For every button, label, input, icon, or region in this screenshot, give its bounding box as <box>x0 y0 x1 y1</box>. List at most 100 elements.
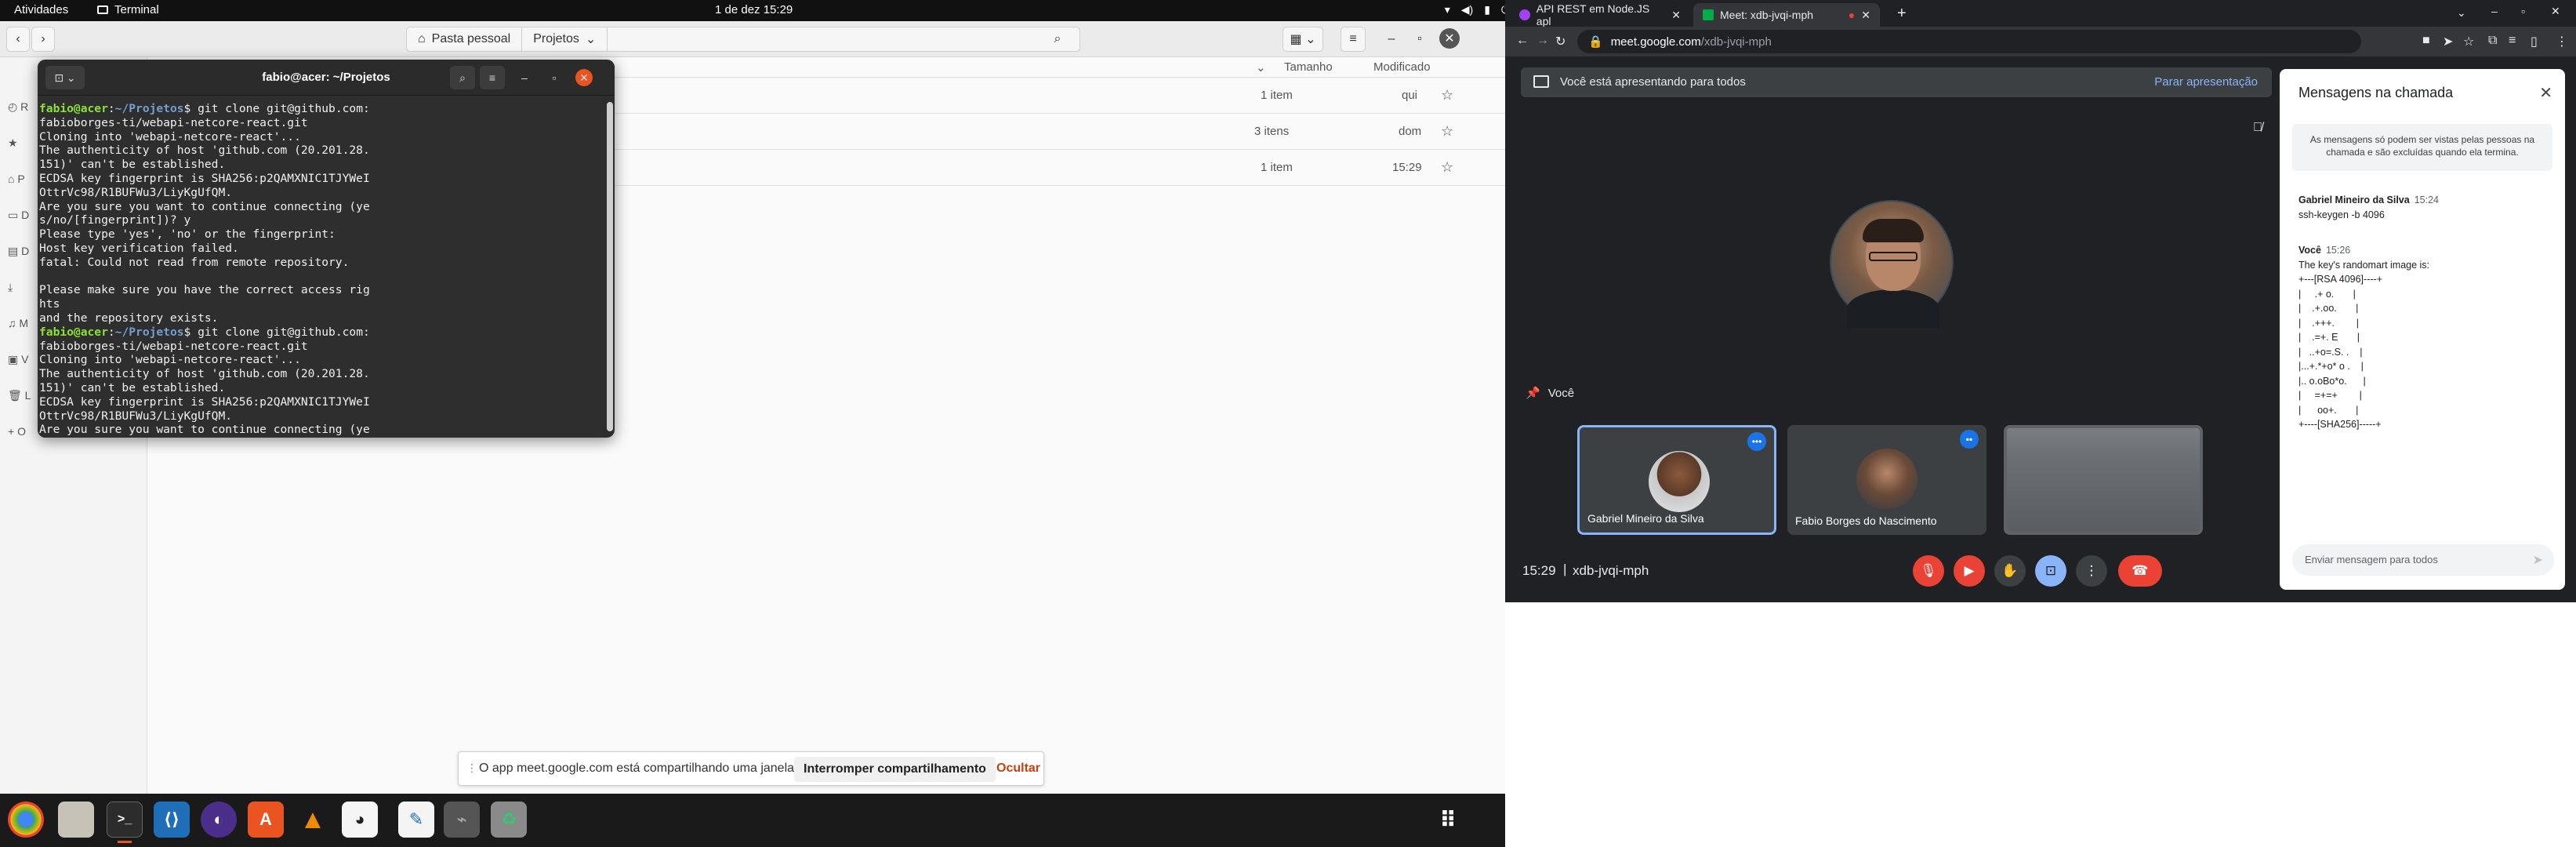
audio-level-icon: ▪▪ <box>1960 430 1979 449</box>
sidebar-item-recent[interactable]: ◴ R <box>8 89 31 125</box>
extensions-icon[interactable]: ⧉ <box>2488 34 2497 48</box>
sidebar-item-downloads[interactable]: ⤓ <box>8 269 31 305</box>
terminal-search-button[interactable]: ⌕ <box>450 66 475 89</box>
tab-title: Meet: xdb-jvqi-mph <box>1720 9 1814 21</box>
app-grid-icon[interactable]: ⠿ <box>1430 802 1466 838</box>
forward-icon[interactable]: → <box>1537 34 1549 48</box>
star-icon[interactable]: ☆ <box>1441 87 1453 104</box>
back-icon[interactable]: ← <box>1516 34 1529 48</box>
sidebar-item-videos[interactable]: ▣ V <box>8 341 31 377</box>
column-modified[interactable]: Modificado <box>1373 60 1431 74</box>
star-icon[interactable]: ☆ <box>1441 123 1453 140</box>
activities-button[interactable]: Atividades <box>14 3 68 16</box>
leave-call-button[interactable]: ☎ <box>2118 555 2162 587</box>
files-minimize-button[interactable]: – <box>1380 27 1403 52</box>
prompt-path: ~/Projetos <box>114 325 184 339</box>
tab-search-icon[interactable]: ⌄ <box>2457 6 2466 20</box>
drag-handle-icon[interactable]: ⋮ <box>466 762 477 775</box>
terminal-line: Please make sure you have the correct ac… <box>39 283 370 311</box>
terminal-scrollbar[interactable] <box>607 102 613 431</box>
path-home[interactable]: ⌂ Pasta pessoal <box>407 27 523 51</box>
sidebar-item-home[interactable]: ⌂ P <box>8 161 31 197</box>
tab-meet[interactable]: Meet: xdb-jvqi-mph ● ✕ <box>1693 3 1880 27</box>
meeting-time: 15:29 <box>1522 563 1556 578</box>
message-text: ssh-keygen -b 4096 <box>2298 209 2385 220</box>
more-options-icon[interactable]: ••• <box>1747 432 1766 451</box>
mic-toggle-button[interactable]: 🎙 <box>1913 555 1944 587</box>
raise-hand-button[interactable]: ✋ <box>1994 555 2026 587</box>
close-icon[interactable]: ✕ <box>1671 9 1681 22</box>
path-projetos[interactable]: Projetos ⌄ <box>522 27 608 51</box>
eclipse-icon[interactable]: ◐ <box>201 802 237 838</box>
terminal-menu-button[interactable]: ≡ <box>480 66 505 89</box>
files-icon[interactable] <box>58 802 94 838</box>
trash-icon[interactable]: ♻ <box>491 802 527 838</box>
sidebar-item-music[interactable]: ♫ M <box>8 305 31 341</box>
usb-drive-icon[interactable]: ⌁ <box>444 802 480 838</box>
sidebar-item-documents[interactable]: ▤ D <box>8 233 31 269</box>
share-icon[interactable]: ➤ <box>2443 34 2453 49</box>
bookmark-star-icon[interactable]: ☆ <box>2463 34 2474 49</box>
software-center-icon[interactable]: A <box>248 802 284 838</box>
participant-tile[interactable]: ▪▪ Fabio Borges do Nascimento <box>1787 425 1986 535</box>
system-tray[interactable]: ▾ ◀) ▮ ⏻ <box>1445 3 1510 16</box>
pin-icon[interactable]: 📌 <box>1526 386 1540 400</box>
back-button[interactable]: ‹ <box>6 27 30 52</box>
kebab-icon: ⋮ <box>2084 563 2099 578</box>
forward-button[interactable]: › <box>31 27 55 52</box>
files-close-button[interactable]: ✕ <box>1439 28 1460 49</box>
path-bar: ⌂ Pasta pessoal Projetos ⌄ <box>406 27 1080 52</box>
clock[interactable]: 1 de dez 15:29 <box>715 3 793 16</box>
send-icon[interactable]: ➤ <box>2533 552 2543 568</box>
sidebar-item-desktop[interactable]: ▭ D <box>8 197 31 233</box>
participant-tile[interactable]: ••• Gabriel Mineiro da Silva <box>1577 425 1776 535</box>
camera-icon[interactable]: ■ <box>2422 34 2430 48</box>
files-maximize-button[interactable]: ▫ <box>1408 27 1431 52</box>
sidebar-item-starred[interactable]: ★ <box>8 125 31 161</box>
sidebar-item-trash[interactable]: 🗑 L <box>8 377 31 413</box>
reload-icon[interactable]: ↻ <box>1555 34 1566 49</box>
hide-notice-button[interactable]: Ocultar <box>996 762 1040 776</box>
close-icon[interactable]: ✕ <box>1861 9 1870 22</box>
stop-presenting-button[interactable]: Parar apresentação <box>2154 75 2258 89</box>
terminal-dock-icon[interactable]: >_ <box>107 802 143 838</box>
more-options-button[interactable]: ⋮ <box>2076 555 2107 587</box>
view-toggle-button[interactable]: ▦ ⌄ <box>1283 27 1323 52</box>
chat-close-button[interactable]: ✕ <box>2539 83 2552 103</box>
maximize-icon[interactable]: ▫ <box>2521 5 2525 17</box>
new-tab-button[interactable]: + <box>1897 5 1907 23</box>
terminal-minimize-button[interactable]: – <box>516 69 533 86</box>
sort-chevron-icon[interactable]: ⌄ <box>1256 60 1266 75</box>
screen-share-tile[interactable] <box>2004 425 2203 535</box>
terminal-close-button[interactable]: ✕ <box>575 69 593 86</box>
vlc-icon[interactable]: ▲ <box>295 802 331 838</box>
kebab-menu-icon[interactable]: ⋮ <box>2556 34 2568 49</box>
running-indicator <box>118 841 132 843</box>
chat-input[interactable]: Enviar mensagem para todos <box>2292 544 2554 576</box>
sidebar-label: L <box>24 389 31 402</box>
close-icon[interactable]: ✕ <box>2551 5 2560 18</box>
terminal-output[interactable]: fabio@acer:~/Projetos$ git clone git@git… <box>38 96 604 438</box>
star-icon[interactable]: ☆ <box>1441 159 1453 176</box>
chrome-icon[interactable] <box>8 802 44 838</box>
dock: >_ ⟨⟩ ◐ A ▲ ◕ ✎ ⌁ ♻ ⠿ <box>0 794 1505 847</box>
stop-sharing-button[interactable]: Interromper compartilhamento <box>794 757 996 782</box>
vscode-icon[interactable]: ⟨⟩ <box>154 802 190 838</box>
app-menu[interactable]: Terminal <box>97 3 159 16</box>
sidepanel-icon[interactable]: ▯ <box>2531 34 2538 49</box>
sidebar-item-other[interactable]: + O <box>8 413 31 449</box>
gimp-icon[interactable]: ◕ <box>342 802 378 838</box>
media-icon[interactable]: ≡ <box>2509 34 2516 48</box>
terminal-maximize-button[interactable]: ▫ <box>546 69 563 86</box>
column-size[interactable]: Tamanho <box>1284 60 1333 74</box>
path-home-label: Pasta pessoal <box>431 32 511 45</box>
minimize-icon[interactable]: – <box>2491 5 2498 17</box>
files-menu-button[interactable]: ≡ <box>1341 27 1366 52</box>
address-bar[interactable]: 🔒 meet.google.com/xdb-jvqi-mph <box>1577 30 2361 53</box>
text-editor-icon[interactable]: ✎ <box>398 802 434 838</box>
tab-api-rest[interactable]: API REST em Node.JS apl ✕ <box>1510 2 1690 27</box>
participant-name: Gabriel Mineiro da Silva <box>1587 512 1704 525</box>
camera-toggle-button[interactable]: ▶ <box>1954 555 1985 587</box>
search-button[interactable]: ⌕ <box>1046 27 1069 52</box>
present-button[interactable]: ⊡ <box>2035 555 2066 587</box>
